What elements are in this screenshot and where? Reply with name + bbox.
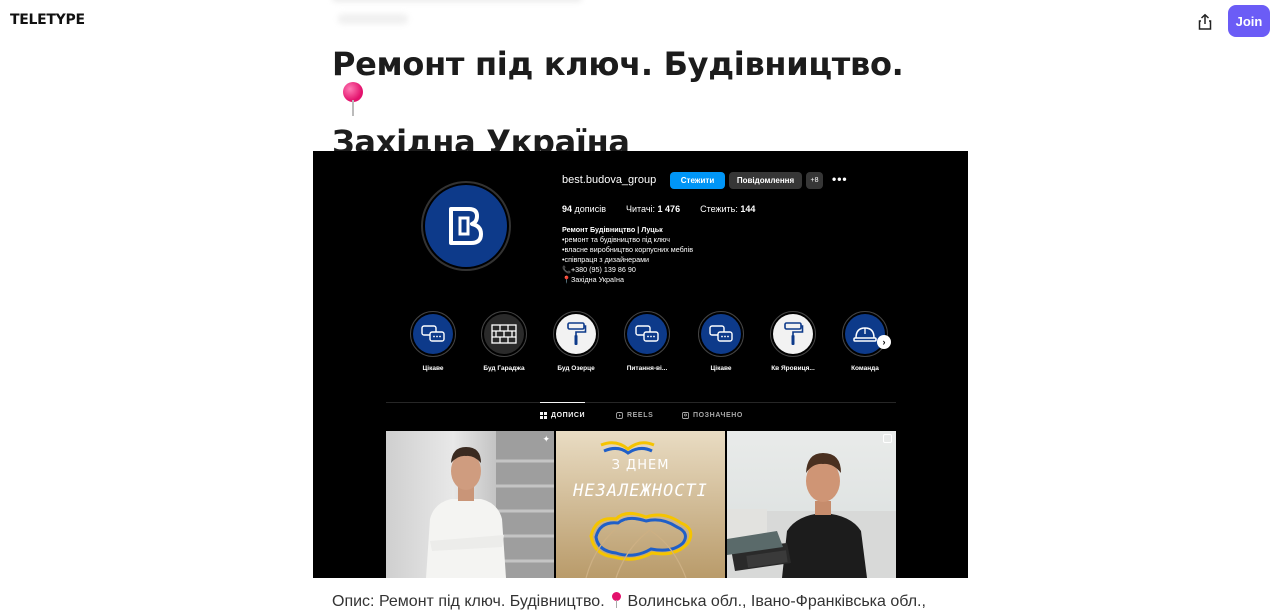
follow-button[interactable]: Стежити [670,172,725,189]
highlight-item[interactable]: Буд Гараджа [479,311,529,372]
paint-roller-icon [567,322,587,345]
bio-line: •ремонт та будівництво під ключ [562,235,671,244]
image-caption: Опис: Ремонт під ключ. Будівництво. Воли… [332,592,926,611]
highlight-item[interactable]: Цікаве [408,311,458,372]
post-independence-day [556,431,725,578]
highlight-item[interactable]: Цікаве [696,311,746,372]
add-user-icon[interactable]: +8 [806,172,823,189]
reel-icon [883,434,892,443]
post-photo-man-at-desk [727,453,896,578]
post-photo-man [426,431,554,578]
article-title: Ремонт під ключ. Будівництво. Західна Ук… [332,45,932,162]
share-button[interactable] [1190,8,1220,36]
hard-hat-icon [853,327,877,342]
round-pushpin-icon [342,82,364,116]
tab-posts[interactable]: ДОПИСИ [540,412,585,419]
chevron-right-icon[interactable]: › [877,335,891,349]
post-thumbnail[interactable] [727,431,896,578]
profile-stats: 94 дописів Читачі: 1 476 Стежить: 144 [562,204,775,214]
post-thumbnail[interactable]: ✦ [386,431,554,578]
post-thumbnail[interactable]: З ДНЕМ НЕЗАЛЕЖНОСТІ [556,431,725,578]
tagged-icon [682,412,689,419]
pinned-icon: ✦ [542,434,550,444]
profile-avatar [421,181,511,271]
bio-name: Ремонт Будівництво | Луцьк [562,225,663,234]
profile-bio: Ремонт Будівництво | Луцьк •ремонт та бу… [562,225,693,285]
highlight-item[interactable]: Кв Яровиця... [768,311,818,372]
caption-text-2: Волинська обл., Івано-Франківська обл., [627,593,926,610]
post-text-main: НЕЗАЛЕЖНОСТІ [573,481,708,501]
paint-roller-icon [784,322,804,345]
title-line-1: Ремонт під ключ. Будівництво. [332,45,904,83]
brick-wall-icon [491,324,517,344]
bio-line: •співпраця з дизайнерами [562,255,650,264]
followers-stat[interactable]: Читачі: 1 476 [626,204,680,214]
posts-stat: 94 дописів [562,204,606,214]
chat-bubbles-icon [421,325,445,342]
bio-location: 📍Західна Україна [562,275,624,284]
share-icon [1198,13,1212,30]
join-button[interactable]: Join [1228,5,1270,37]
highlight-item[interactable]: Буд Озерце [551,311,601,372]
faded-previous-text [332,0,592,34]
chat-bubbles-icon [709,325,733,342]
tab-reels[interactable]: REELS [616,412,653,419]
round-pushpin-icon [611,592,622,608]
bio-phone: 📞+380 (95) 139 86 90 [562,265,636,274]
following-stat[interactable]: Стежить: 144 [700,204,755,214]
tabs-divider [386,402,896,403]
profile-username[interactable]: best.budova_group [562,174,656,186]
article-image: best.budova_group Стежити Повідомлення +… [313,151,968,578]
caption-text-1: Опис: Ремонт під ключ. Будівництво. [332,593,605,610]
more-options-icon[interactable]: ••• [832,172,848,186]
tab-tagged[interactable]: ПОЗНАЧЕНО [682,412,743,419]
highlight-item[interactable]: Питання-ві... [622,311,672,372]
chat-bubbles-icon [635,325,659,342]
brand-logo-icon [449,207,483,245]
reels-icon [616,412,623,419]
grid-icon [540,412,547,419]
bio-line: •власне виробництво корпусних меблів [562,245,694,254]
active-tab-indicator [540,402,585,403]
teletype-logo[interactable]: TELETYPE [10,12,85,28]
message-button[interactable]: Повідомлення [729,172,802,189]
post-text-top: З ДНЕМ [611,458,670,473]
